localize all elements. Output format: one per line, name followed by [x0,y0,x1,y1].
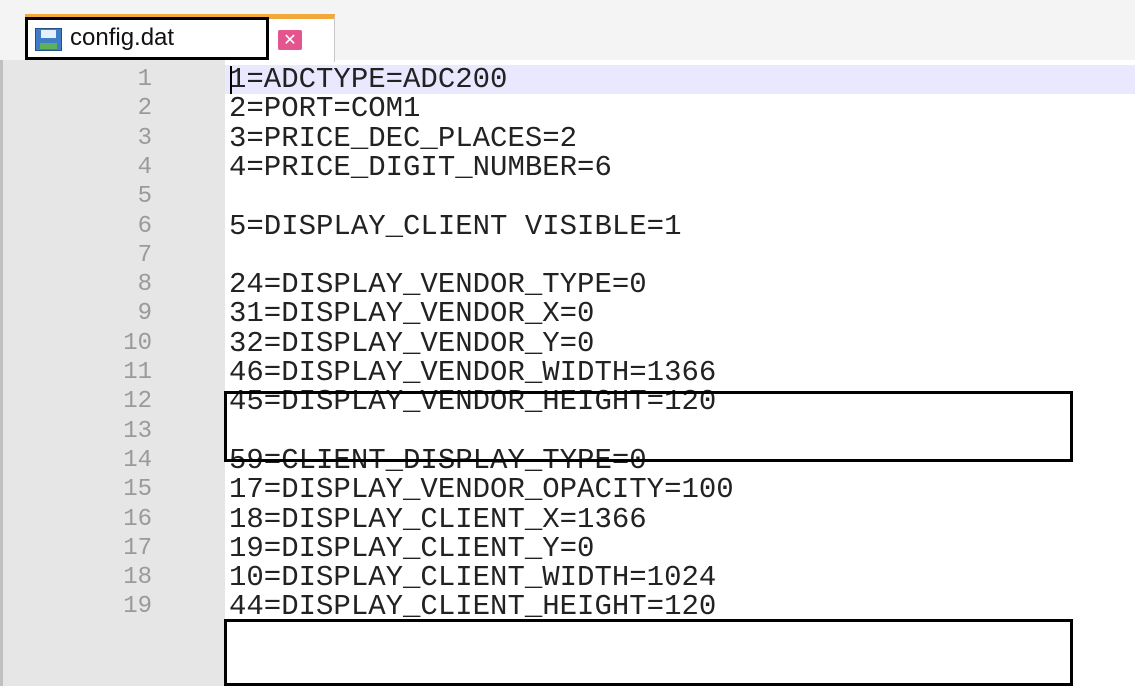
line-number: 10 [123,329,152,357]
editor-line[interactable]: 4 4=PRICE_DIGIT_NUMBER=6 [0,153,1135,182]
line-number: 14 [123,446,152,474]
editor-line[interactable]: 1 1=ADCTYPE=ADC200 [0,65,1135,94]
line-number: 9 [137,300,152,328]
tab-highlight-box [25,17,269,60]
editor-line[interactable]: 10 32=DISPLAY_VENDOR_Y=0 [0,329,1135,358]
line-text[interactable]: 32=DISPLAY_VENDOR_Y=0 [229,329,594,358]
line-number: 12 [123,388,152,416]
line-number: 17 [123,534,152,562]
line-number: 2 [137,95,152,123]
editor-line[interactable]: 8 24=DISPLAY_VENDOR_TYPE=0 [0,270,1135,299]
editor-line[interactable]: 5 [0,182,1135,211]
editor-line[interactable]: 17 19=DISPLAY_CLIENT_Y=0 [0,534,1135,563]
line-number: 7 [137,241,152,269]
line-number: 3 [137,124,152,152]
line-text[interactable]: 4=PRICE_DIGIT_NUMBER=6 [229,153,612,182]
line-text[interactable]: 1=ADCTYPE=ADC200 [229,65,507,94]
editor-line[interactable]: 7 [0,241,1135,270]
line-number: 6 [137,212,152,240]
editor-line[interactable]: 15 17=DISPLAY_VENDOR_OPACITY=100 [0,475,1135,504]
line-text[interactable]: 19=DISPLAY_CLIENT_Y=0 [229,534,594,563]
line-text[interactable]: 31=DISPLAY_VENDOR_X=0 [229,299,594,328]
line-number: 4 [137,153,152,181]
line-text[interactable]: 17=DISPLAY_VENDOR_OPACITY=100 [229,475,734,504]
line-number: 13 [123,417,152,445]
line-text[interactable]: 3=PRICE_DEC_PLACES=2 [229,124,577,153]
editor-line[interactable]: 11 46=DISPLAY_VENDOR_WIDTH=1366 [0,358,1135,387]
editor-line[interactable]: 2 2=PORT=COM1 [0,94,1135,123]
line-number: 18 [123,564,152,592]
close-icon[interactable]: ✕ [278,30,302,50]
line-number: 15 [123,476,152,504]
editor-line[interactable]: 18 10=DISPLAY_CLIENT_WIDTH=1024 [0,563,1135,592]
line-text[interactable]: 18=DISPLAY_CLIENT_X=1366 [229,505,647,534]
line-text[interactable]: 46=DISPLAY_VENDOR_WIDTH=1366 [229,358,716,387]
editor-line[interactable]: 9 31=DISPLAY_VENDOR_X=0 [0,299,1135,328]
highlight-box-vendor-size [224,391,1073,462]
editor-line[interactable]: 6 5=DISPLAY_CLIENT VISIBLE=1 [0,212,1135,241]
editor-line[interactable]: 19 44=DISPLAY_CLIENT_HEIGHT=120 [0,592,1135,621]
editor-line[interactable]: 16 18=DISPLAY_CLIENT_X=1366 [0,505,1135,534]
line-text[interactable]: 5=DISPLAY_CLIENT VISIBLE=1 [229,212,681,241]
text-cursor [230,66,232,94]
line-text[interactable]: 44=DISPLAY_CLIENT_HEIGHT=120 [229,592,716,621]
line-text[interactable]: 24=DISPLAY_VENDOR_TYPE=0 [229,270,647,299]
highlight-box-client-size [224,619,1073,686]
line-number: 16 [123,505,152,533]
line-text[interactable]: 2=PORT=COM1 [229,94,420,123]
editor-line[interactable]: 3 3=PRICE_DEC_PLACES=2 [0,124,1135,153]
line-number: 8 [137,271,152,299]
line-number: 19 [123,593,152,621]
line-text[interactable]: 10=DISPLAY_CLIENT_WIDTH=1024 [229,563,716,592]
line-number: 11 [123,359,152,386]
line-number: 5 [137,183,152,211]
line-number: 1 [137,66,152,93]
